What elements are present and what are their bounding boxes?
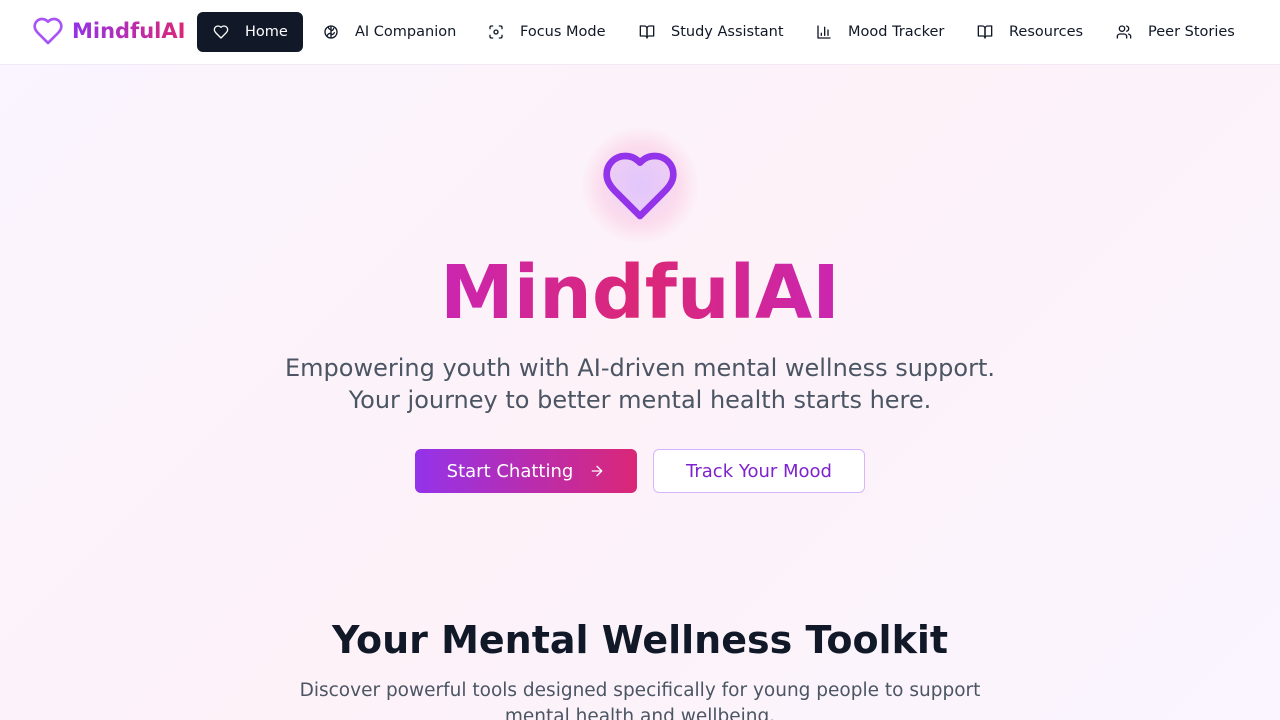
heart-icon [603, 152, 677, 220]
nav-item-study-assistant[interactable]: Study Assistant [623, 12, 800, 52]
nav-item-label: AI Companion [355, 24, 457, 40]
hero-title: MindfulAI [0, 248, 1280, 338]
book-open-icon [639, 25, 655, 39]
nav-item-label: Study Assistant [671, 24, 784, 40]
nav-item-label: Peer Stories [1148, 24, 1235, 40]
nav-item-resources[interactable]: Resources [961, 12, 1099, 52]
nav-item-label: Resources [1009, 24, 1084, 40]
bar-chart-icon [817, 25, 831, 39]
track-mood-button[interactable]: Track Your Mood [653, 449, 865, 493]
nav-item-label: Focus Mode [520, 24, 606, 40]
users-icon [1116, 25, 1132, 39]
book-open-icon [977, 25, 993, 39]
focus-icon [489, 25, 503, 39]
arrow-right-icon [591, 465, 603, 477]
track-mood-label: Track Your Mood [686, 460, 832, 482]
heart-icon [213, 25, 229, 39]
heart-icon [33, 17, 63, 45]
nav-item-home[interactable]: Home [197, 12, 303, 52]
nav-item-label: Home [245, 24, 288, 40]
top-navbar: MindfulAI Home AI Companion Focus Mode S… [0, 0, 1280, 65]
nav-item-label: Mood Tracker [848, 24, 945, 40]
nav-item-peer-stories[interactable]: Peer Stories [1100, 12, 1251, 52]
brand-name: MindfulAI [72, 19, 186, 43]
hero-subtitle-line-1: Empowering youth with AI-driven mental w… [285, 354, 995, 382]
nav-item-ai-companion[interactable]: AI Companion [307, 12, 472, 52]
brand-logo[interactable]: MindfulAI [32, 15, 185, 47]
hero-subtitle-line-2: Your journey to better mental health sta… [348, 386, 932, 414]
start-chatting-label: Start Chatting [446, 460, 574, 482]
toolkit-title: Your Mental Wellness Toolkit [331, 618, 949, 662]
start-chatting-button[interactable]: Start Chatting [415, 449, 637, 493]
nav-item-focus-mode[interactable]: Focus Mode [472, 12, 622, 52]
nav-item-mood-tracker[interactable]: Mood Tracker [800, 12, 960, 52]
brain-icon [324, 25, 338, 39]
toolkit-subtitle: Discover powerful tools designed specifi… [299, 680, 981, 720]
